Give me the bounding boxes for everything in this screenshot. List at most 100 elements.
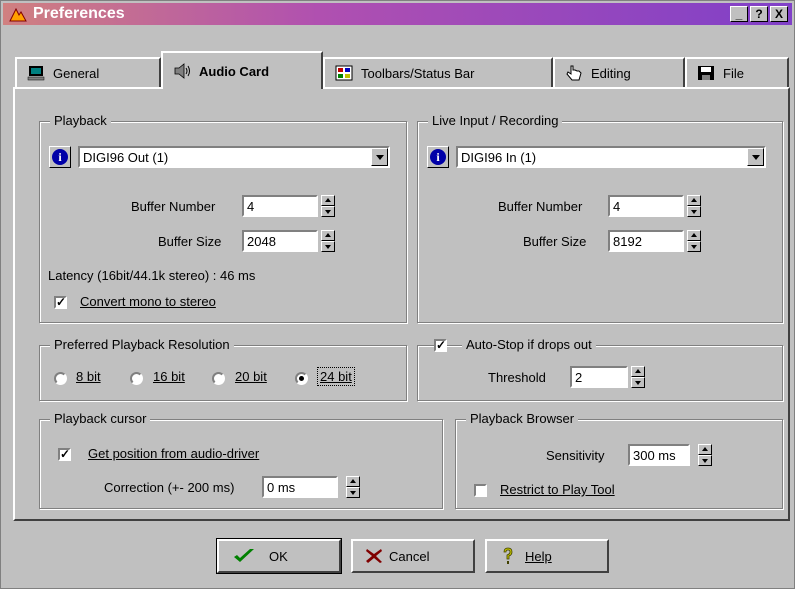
- buffer-size-label: Buffer Size: [158, 234, 222, 249]
- autostop-checkbox[interactable]: ✓: [434, 339, 447, 352]
- close-icon: [366, 549, 382, 563]
- window-title: Preferences: [33, 5, 125, 22]
- question-mark-icon: [503, 547, 513, 564]
- help-button[interactable]: Help: [485, 539, 609, 573]
- live-input-legend: Live Input / Recording: [428, 113, 563, 128]
- resolution-20bit-label[interactable]: 20 bit: [235, 369, 267, 384]
- resolution-24bit-label[interactable]: 24 bit: [317, 367, 355, 386]
- preferences-window: Preferences _ ? X General Audio Card Too…: [0, 0, 795, 589]
- spin-down-icon[interactable]: [321, 241, 335, 252]
- spin-up-icon[interactable]: [631, 366, 645, 377]
- playback-legend: Playback: [50, 113, 111, 128]
- cancel-button-label: Cancel: [389, 548, 430, 564]
- chevron-down-icon[interactable]: [747, 148, 764, 166]
- info-icon: i: [52, 149, 68, 165]
- speaker-icon: [174, 63, 190, 79]
- spin-down-icon[interactable]: [698, 455, 712, 466]
- live-input-device-select[interactable]: DIGI96 In (1): [456, 146, 766, 168]
- minimize-button[interactable]: _: [730, 6, 748, 22]
- close-icon: X: [774, 7, 783, 21]
- playback-device-value: DIGI96 Out (1): [83, 150, 169, 165]
- playback-browser-legend: Playback Browser: [466, 411, 579, 426]
- live-input-group: Live Input / Recording i DIGI96 In (1) B…: [417, 113, 783, 323]
- tab-toolbars-label: Toolbars/Status Bar: [361, 65, 475, 81]
- tab-editing-label: Editing: [591, 65, 631, 81]
- spin-down-icon[interactable]: [687, 241, 701, 252]
- chevron-down-icon[interactable]: [371, 148, 388, 166]
- spin-down-icon[interactable]: [631, 377, 645, 388]
- live-buffer-number-input[interactable]: 4: [608, 195, 684, 217]
- restrict-label[interactable]: Restrict to Play Tool: [500, 482, 615, 497]
- resolution-legend: Preferred Playback Resolution: [50, 337, 234, 352]
- checkmark-icon: [234, 549, 254, 562]
- resolution-20bit-radio[interactable]: [212, 372, 225, 385]
- ok-button[interactable]: OK: [216, 538, 342, 574]
- tab-file[interactable]: File: [685, 57, 789, 87]
- spin-down-icon[interactable]: [346, 487, 360, 498]
- buffer-size-label: Buffer Size: [523, 234, 587, 249]
- playback-info-button[interactable]: i: [49, 146, 71, 168]
- tab-general-label: General: [53, 65, 100, 81]
- tab-toolbars-status-bar[interactable]: Toolbars/Status Bar: [323, 57, 553, 87]
- info-icon: i: [430, 149, 446, 165]
- help-button-label: Help: [525, 548, 552, 564]
- floppy-disk-icon: [698, 66, 714, 80]
- convert-mono-label[interactable]: Convert mono to stereo: [80, 294, 216, 309]
- spin-up-icon[interactable]: [687, 230, 701, 241]
- toolbar-icon: [335, 65, 353, 81]
- ok-button-label: OK: [269, 548, 288, 564]
- threshold-input[interactable]: 2: [570, 366, 628, 388]
- get-position-checkbox[interactable]: ✓: [58, 448, 71, 461]
- tab-audio-card-label: Audio Card: [199, 63, 270, 79]
- playback-cursor-group: Playback cursor ✓ Get position from audi…: [39, 411, 443, 509]
- playback-browser-group: Playback Browser Sensitivity 300 ms Rest…: [455, 411, 783, 509]
- autostop-label[interactable]: Auto-Stop if drops out: [462, 337, 596, 352]
- playback-group: Playback i DIGI96 Out (1) Buffer Number …: [39, 113, 407, 323]
- spin-up-icon[interactable]: [346, 476, 360, 487]
- tab-general[interactable]: General: [15, 57, 161, 87]
- resolution-24bit-radio[interactable]: [295, 372, 308, 385]
- playback-buffer-size-input[interactable]: 2048: [242, 230, 318, 252]
- minimize-icon: _: [735, 7, 743, 21]
- resolution-16bit-label[interactable]: 16 bit: [153, 369, 185, 384]
- convert-mono-checkbox[interactable]: ✓: [54, 296, 67, 309]
- audio-card-panel: Playback i DIGI96 Out (1) Buffer Number …: [13, 87, 790, 521]
- context-help-button[interactable]: ?: [750, 6, 768, 22]
- live-buffer-size-input[interactable]: 8192: [608, 230, 684, 252]
- resolution-8bit-label[interactable]: 8 bit: [76, 369, 101, 384]
- question-mark-icon: ?: [755, 7, 763, 21]
- tab-editing[interactable]: Editing: [553, 57, 685, 87]
- restrict-checkbox[interactable]: [474, 484, 487, 497]
- tab-file-label: File: [723, 65, 744, 81]
- cancel-button[interactable]: Cancel: [351, 539, 475, 573]
- correction-label: Correction (+- 200 ms): [104, 480, 235, 495]
- close-button[interactable]: X: [770, 6, 788, 22]
- correction-input[interactable]: 0 ms: [262, 476, 338, 498]
- spin-up-icon[interactable]: [687, 195, 701, 206]
- app-logo-icon: [9, 7, 27, 22]
- hand-pointer-icon: [566, 65, 582, 81]
- tab-audio-card[interactable]: Audio Card: [161, 51, 323, 89]
- buffer-number-label: Buffer Number: [131, 199, 216, 214]
- spin-up-icon[interactable]: [321, 230, 335, 241]
- spin-up-icon[interactable]: [698, 444, 712, 455]
- autostop-group: ✓ Auto-Stop if drops out Threshold 2: [417, 337, 783, 401]
- resolution-group: Preferred Playback Resolution 8 bit 16 b…: [39, 337, 407, 401]
- get-position-label[interactable]: Get position from audio-driver: [88, 446, 259, 461]
- playback-cursor-legend: Playback cursor: [50, 411, 151, 426]
- sensitivity-input[interactable]: 300 ms: [628, 444, 690, 466]
- computer-icon: [27, 66, 45, 81]
- latency-text: Latency (16bit/44.1k stereo) : 46 ms: [48, 268, 256, 283]
- resolution-8bit-radio[interactable]: [54, 372, 67, 385]
- live-input-device-value: DIGI96 In (1): [461, 150, 537, 165]
- resolution-16bit-radio[interactable]: [130, 372, 143, 385]
- title-bar[interactable]: Preferences _ ? X: [3, 3, 792, 25]
- live-input-info-button[interactable]: i: [427, 146, 449, 168]
- spin-down-icon[interactable]: [321, 206, 335, 217]
- spin-up-icon[interactable]: [321, 195, 335, 206]
- spin-down-icon[interactable]: [687, 206, 701, 217]
- threshold-label: Threshold: [488, 370, 546, 385]
- playback-buffer-number-input[interactable]: 4: [242, 195, 318, 217]
- buffer-number-label: Buffer Number: [498, 199, 583, 214]
- playback-device-select[interactable]: DIGI96 Out (1): [78, 146, 390, 168]
